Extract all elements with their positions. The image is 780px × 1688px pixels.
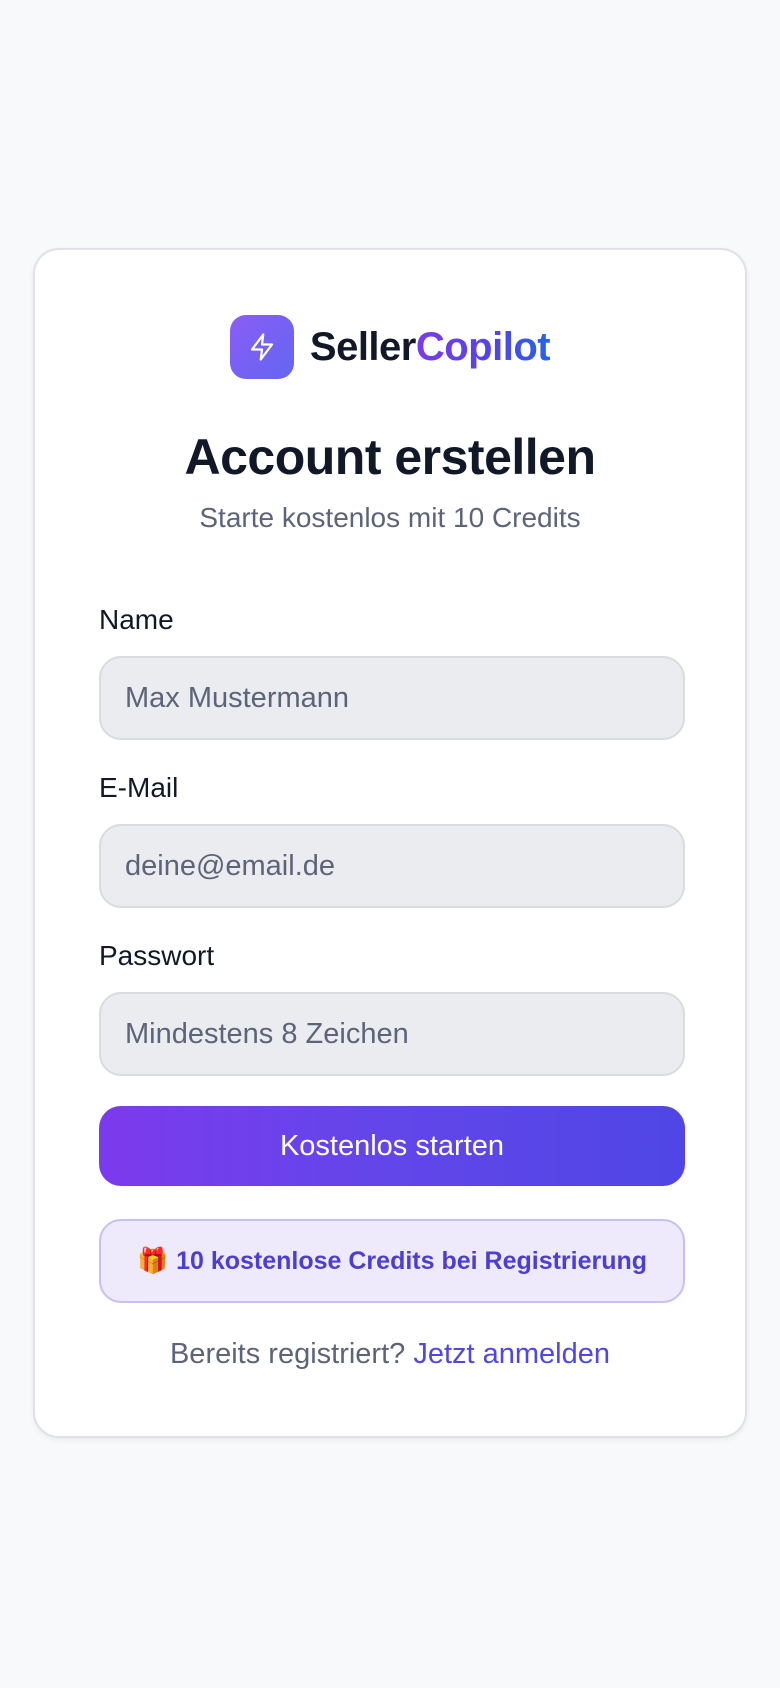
name-label: Name: [99, 604, 174, 635]
name-input[interactable]: [99, 656, 685, 740]
login-prompt-row: Bereits registriert? Jetzt anmelden: [35, 1338, 745, 1371]
brand-name-part2: Copilot: [415, 325, 551, 369]
brand: SellerCopilot: [35, 315, 745, 379]
page-title: Account erstellen: [184, 429, 596, 485]
login-prompt: Bereits registriert?: [169, 1338, 406, 1370]
password-label: Passwort: [99, 940, 215, 971]
submit-button[interactable]: Kostenlos starten: [99, 1106, 685, 1186]
password-input[interactable]: [99, 992, 685, 1076]
login-link[interactable]: Jetzt anmelden: [413, 1338, 610, 1370]
lightning-bolt-icon: [250, 333, 274, 361]
email-input[interactable]: [99, 824, 685, 908]
promo-banner: 🎁 10 kostenlose Credits bei Registrierun…: [99, 1219, 685, 1303]
page-subtitle: Starte kostenlos mit 10 Credits: [199, 502, 581, 533]
logo-box: [229, 315, 294, 379]
brand-name-part1: Seller: [309, 325, 416, 369]
promo-text: 10 kostenlose Credits bei Registrierung: [176, 1246, 648, 1275]
email-label: E-Mail: [99, 772, 179, 803]
signup-card: SellerCopilot Account erstellen Starte k…: [33, 248, 747, 1438]
brand-name: SellerCopilot: [309, 325, 551, 369]
gift-icon: 🎁: [136, 1246, 169, 1275]
